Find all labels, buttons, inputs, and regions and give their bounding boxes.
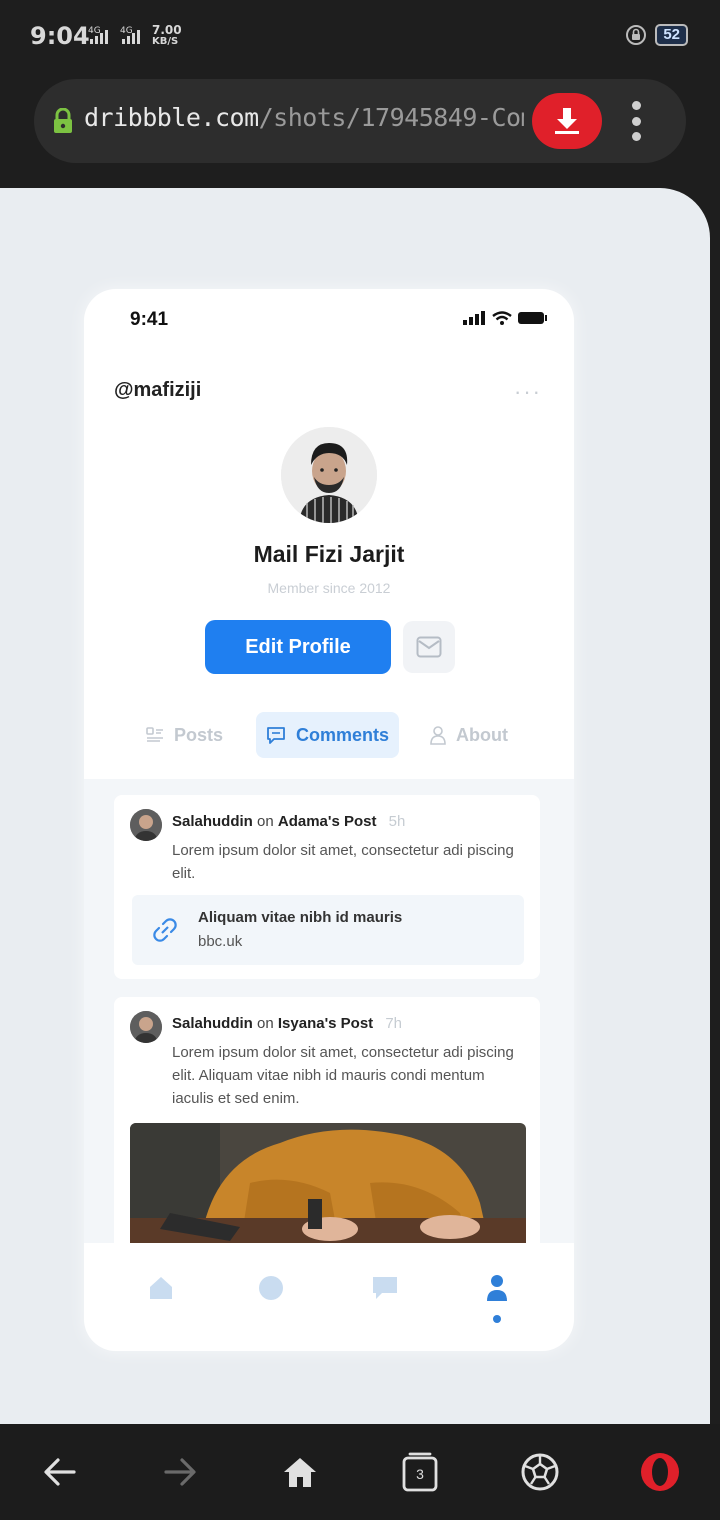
signal-icon: 4G 4G [88,26,140,44]
arrow-left-icon [44,1458,76,1486]
active-indicator [493,1315,501,1323]
tab-posts-label: Posts [174,724,224,745]
chat-icon[interactable] [370,1273,400,1303]
comment-time: 7h [385,1015,403,1032]
tabs-count: 3 [416,1466,424,1482]
profile-name: Mail Fizi Jarjit [253,541,405,567]
comment-card[interactable]: Salahuddin on Isyana's Post 7h Lorem ips… [114,997,540,1257]
comment-author[interactable]: Salahuddin [172,1015,253,1032]
avatar [281,427,377,523]
home-button[interactable] [276,1448,324,1496]
avatar-image [130,809,162,841]
cell-signal-icon [463,311,485,325]
download-icon [555,108,579,134]
posts-icon [146,727,163,742]
url-path: /shots/17945849-Communit [258,103,524,132]
avatar-portrait [281,427,377,523]
svg-text:4G: 4G [120,26,133,36]
comment-time: 5h [388,813,406,830]
forward-button[interactable] [156,1448,204,1496]
comment-header: Salahuddin on Adama's Post 5h [172,813,405,830]
status-bar: 9:04 4G 4G 7.00 KB/S 52 [0,0,720,60]
home-icon[interactable] [146,1273,176,1303]
member-since: Member since 2012 [267,580,391,596]
speed-dial-button[interactable] [516,1448,564,1496]
phone-time: 9:41 [130,309,169,330]
phone-status-icons [462,311,548,325]
battery-indicator: 52 [655,24,688,46]
opera-logo-icon [641,1453,679,1491]
comment-header: Salahuddin on Isyana's Post 7h [172,1015,402,1032]
more-icon[interactable]: ··· [514,379,542,405]
back-button[interactable] [36,1448,84,1496]
comment-card[interactable]: Salahuddin on Adama's Post 5h Lorem ipsu… [114,795,540,979]
soccer-ball-icon [521,1453,559,1491]
page-content: 9:41 @mafiziji ··· Mail Fizi Jarjit Memb… [0,188,720,1424]
download-button[interactable] [532,93,602,149]
comment-on: on [257,1015,274,1032]
more-vertical-icon[interactable] [626,101,646,141]
browser-bottom-bar: 3 [0,1424,720,1520]
link-preview[interactable]: Aliquam vitae nibh id mauris bbc.uk [132,895,524,965]
tab-comments[interactable]: Comments [256,712,400,758]
avatar-image [130,1011,162,1043]
user-icon [430,726,446,745]
link-title: Aliquam vitae nibh id mauris [198,909,403,926]
post-image[interactable] [130,1123,526,1247]
address-bar[interactable]: dribbble.com/shots/17945849-Communit [34,79,686,163]
link-url: bbc.uk [198,933,243,950]
status-right: 52 [625,24,688,46]
rotation-lock-icon [626,25,647,45]
comment-body: Lorem ipsum dolor sit amet, consectetur … [172,1044,514,1107]
comment-target[interactable]: Adama's Post [278,813,377,830]
tab-posts[interactable]: Posts [146,712,223,758]
profile-tabs: Posts Comments About [84,712,574,758]
lock-icon [54,108,72,133]
tab-about-label: About [456,724,508,745]
profile-handle: @mafiziji [114,379,202,401]
status-time: 9:04 [30,22,90,50]
arrow-right-icon [164,1458,196,1486]
tab-about[interactable]: About [430,712,508,758]
comment-avatar [130,1011,162,1043]
tabs-button[interactable]: 3 [396,1448,444,1496]
network-speed: 7.00 KB/S [152,24,182,48]
phone-mockup: 9:41 @mafiziji ··· Mail Fizi Jarjit Memb… [84,289,574,1351]
opera-menu-button[interactable] [636,1448,684,1496]
network-indicator: 4G 4G [82,24,146,48]
comment-icon [267,727,285,744]
message-button[interactable] [403,621,455,673]
phone-bottom-nav [84,1243,574,1351]
wifi-icon [492,311,512,325]
browser-toolbar: dribbble.com/shots/17945849-Communit [0,60,720,188]
home-icon [284,1458,316,1487]
profile-header: 9:41 @mafiziji ··· Mail Fizi Jarjit Memb… [84,289,574,779]
comment-target[interactable]: Isyana's Post [278,1015,373,1032]
explore-icon[interactable] [256,1273,286,1303]
phone-battery-icon [518,312,547,324]
speed-value: 7.00 [152,23,182,37]
svg-text:4G: 4G [88,26,101,36]
comment-author[interactable]: Salahuddin [172,813,253,830]
speed-unit: KB/S [152,36,179,47]
shot-preview: 9:41 @mafiziji ··· Mail Fizi Jarjit Memb… [0,188,710,1424]
profile-icon[interactable] [482,1273,512,1303]
post-photo [130,1123,526,1247]
tab-comments-label: Comments [296,724,390,745]
url-text[interactable]: dribbble.com/shots/17945849-Communit [84,103,524,132]
comment-avatar [130,809,162,841]
comment-on: on [257,813,274,830]
url-domain: dribbble.com [84,103,259,132]
comment-body: Lorem ipsum dolor sit amet, consectetur … [172,842,514,882]
mail-icon [416,636,442,658]
edit-profile-button[interactable]: Edit Profile [205,620,391,674]
link-icon [153,918,177,942]
